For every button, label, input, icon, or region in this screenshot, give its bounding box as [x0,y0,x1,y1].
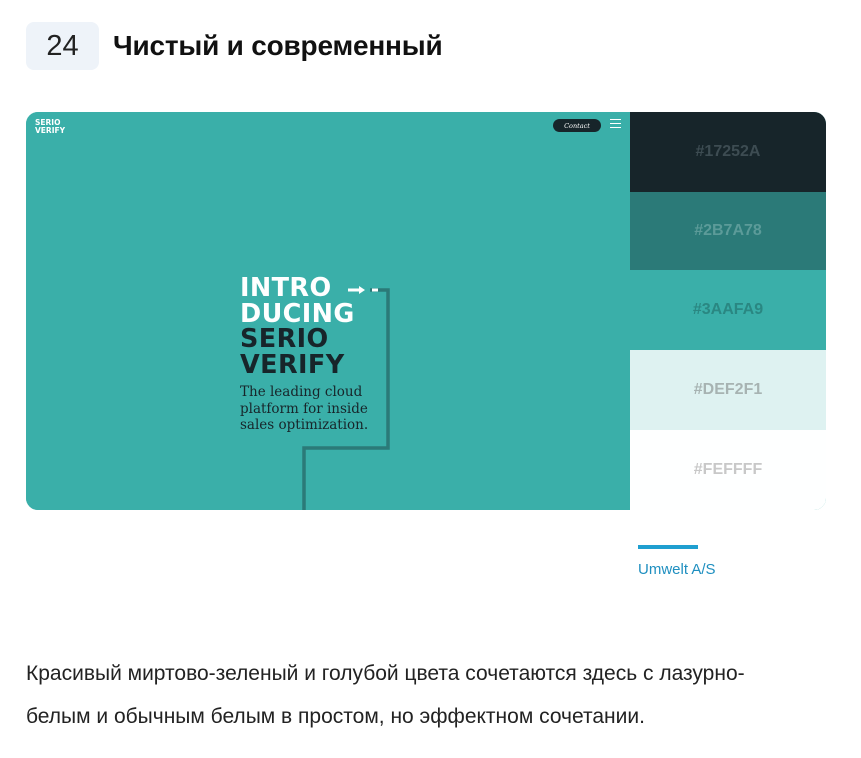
description-line: Красивый миртово-зеленый и голубой цвета… [26,662,745,685]
hero-subtitle: The leading cloud platform for inside sa… [240,384,368,434]
section-title: Чистый и современный [113,30,443,61]
hero-subtitle-line: The leading cloud [240,384,363,400]
hero-line-serio: SERIO [240,324,329,354]
color-swatch-5: #FEFFFF [630,430,826,510]
website-screenshot: SERIO VERIFY Contact INTRO DUCING SERIO … [26,112,630,510]
author-accent-bar [638,545,698,549]
swatch-label: #2B7A78 [694,222,762,239]
website-preview-image: SERIO VERIFY Contact INTRO DUCING SERIO … [26,112,826,510]
swatch-label: #17252A [695,143,761,160]
color-swatch-2: #2B7A78 [630,192,826,270]
hero-subtitle-line: sales optimization. [240,417,369,433]
author-link[interactable]: Umwelt A/S [638,561,716,578]
hero-subtitle-line: platform for inside [240,400,368,417]
description-line: белым и обычным белым в простом, но эффе… [26,705,645,728]
section-number-badge: 24 [26,22,99,70]
hero-text: INTRO DUCING SERIO VERIFY The leading cl… [240,273,368,434]
swatch-label: #3AAFA9 [692,301,764,318]
hero-line-verify: VERIFY [240,349,345,380]
swatch-label: #FEFFFF [693,461,763,478]
color-swatch-4: #DEF2F1 [630,350,826,430]
description-text: Красивый миртово-зеленый и голубой цвета… [26,652,826,738]
section-header: 24 Чистый и современный [26,22,443,70]
color-swatch-1: #17252A [630,112,826,192]
swatch-label: #DEF2F1 [693,381,763,398]
hero-line-intro: INTRO [240,273,332,303]
color-swatch-3: #3AAFA9 [630,270,826,350]
